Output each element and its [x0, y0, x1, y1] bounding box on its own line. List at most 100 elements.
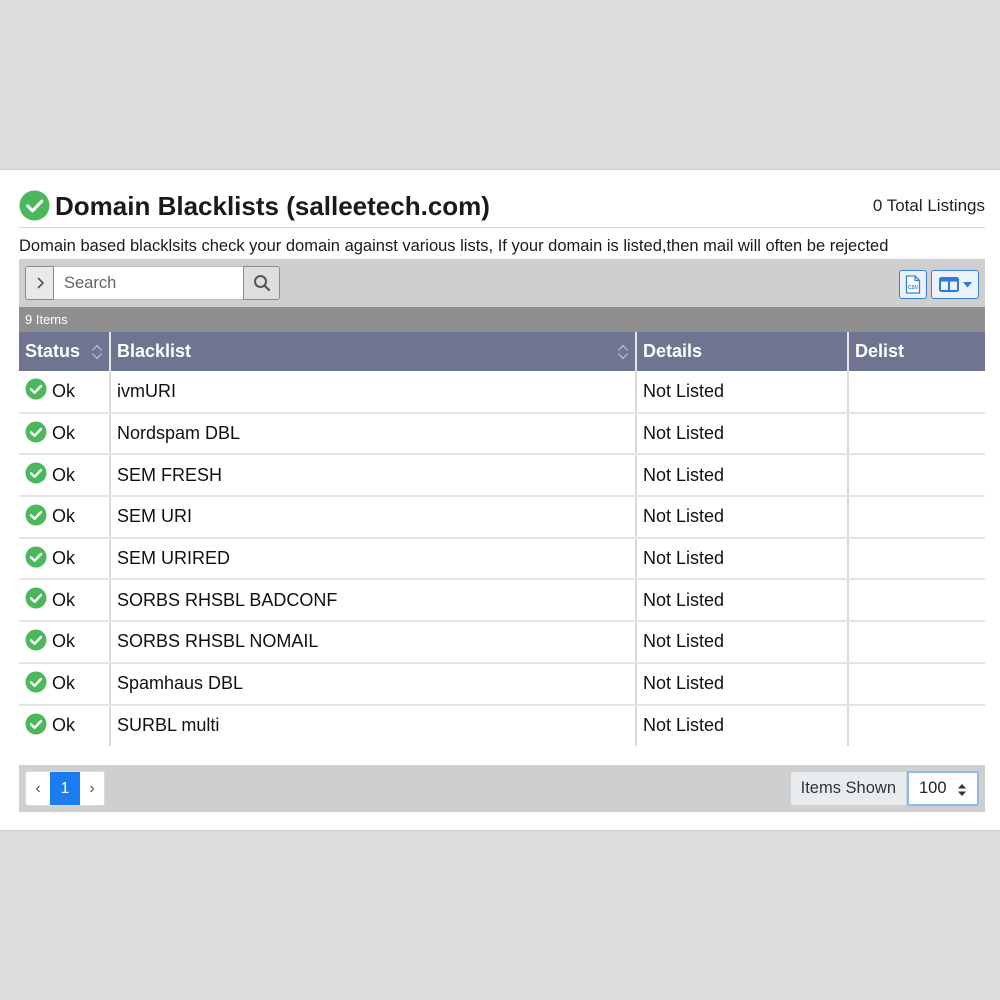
- check-circle-icon: [25, 378, 47, 400]
- search-button[interactable]: [243, 266, 280, 300]
- pagination: ‹ 1 ›: [25, 771, 105, 806]
- status-cell: Ok: [19, 412, 111, 456]
- column-header-status[interactable]: Status: [19, 332, 111, 371]
- details-cell: Not Listed: [636, 579, 849, 623]
- status-cell: Ok: [19, 621, 111, 664]
- caret-down-icon: [962, 281, 972, 287]
- status-text: Ok: [52, 589, 76, 610]
- sort-icon[interactable]: [91, 343, 103, 361]
- page-button-current[interactable]: 1: [50, 772, 80, 805]
- check-circle-icon: [25, 504, 47, 526]
- delist-cell: [848, 537, 985, 581]
- table-row: Ok SORBS RHSBL BADCONF Not Listed: [19, 579, 985, 623]
- search-input[interactable]: [54, 266, 244, 300]
- table-row: Ok Nordspam DBL Not Listed: [19, 412, 985, 456]
- prev-page-button[interactable]: ‹: [26, 772, 50, 805]
- delist-cell: [848, 621, 985, 664]
- details-cell: Not Listed: [636, 704, 849, 747]
- delist-cell: [848, 579, 985, 623]
- svg-text:CSV: CSV: [908, 285, 919, 291]
- column-header-details: Details: [636, 332, 849, 371]
- status-cell: Ok: [19, 704, 111, 747]
- details-cell: Not Listed: [636, 454, 849, 498]
- status-cell: Ok: [19, 579, 111, 623]
- select-caret-icon: [958, 784, 966, 796]
- panel-header: Domain Blacklists (salleetech.com) 0 Tot…: [19, 188, 985, 228]
- table-toolbar: CSV: [19, 259, 985, 307]
- details-cell: Not Listed: [636, 412, 849, 456]
- delist-cell: [848, 662, 985, 706]
- table-row: Ok SEM FRESH Not Listed: [19, 454, 985, 498]
- status-text: Ok: [52, 464, 76, 485]
- delist-cell: [848, 705, 985, 747]
- check-circle-icon: [25, 421, 47, 443]
- table-row: Ok SEM URIRED Not Listed: [19, 537, 985, 581]
- status-text: Ok: [52, 548, 76, 569]
- details-cell: Not Listed: [636, 537, 849, 581]
- blacklist-cell: SEM URI: [110, 496, 637, 539]
- blacklist-table: Status Blacklist Details Delist Ok ivmUR…: [19, 332, 985, 747]
- details-cell: Not Listed: [636, 496, 849, 539]
- details-cell: Not Listed: [636, 662, 849, 706]
- status-text: Ok: [52, 423, 76, 444]
- header-divider: [19, 227, 985, 228]
- next-page-button[interactable]: ›: [80, 772, 104, 805]
- status-text: Ok: [52, 631, 76, 652]
- blacklist-cell: ivmURI: [110, 371, 637, 414]
- delist-cell: [848, 496, 985, 539]
- table-row: Ok ivmURI Not Listed: [19, 371, 985, 414]
- items-shown-select[interactable]: 100: [907, 771, 979, 806]
- check-circle-icon: [19, 190, 50, 221]
- sort-icon[interactable]: [617, 343, 629, 361]
- check-circle-icon: [25, 671, 47, 693]
- status-text: Ok: [52, 715, 76, 736]
- items-shown-value: 100: [919, 779, 947, 797]
- column-label: Blacklist: [117, 341, 192, 361]
- blacklist-cell: SORBS RHSBL BADCONF: [110, 579, 637, 623]
- table-row: Ok SORBS RHSBL NOMAIL Not Listed: [19, 621, 985, 664]
- blacklist-cell: Nordspam DBL: [110, 412, 637, 456]
- status-cell: Ok: [19, 662, 111, 706]
- details-cell: Not Listed: [636, 621, 849, 664]
- check-circle-icon: [25, 587, 47, 609]
- status-cell: Ok: [19, 454, 111, 498]
- description: Domain based blacklsits check your domai…: [19, 237, 889, 255]
- blacklist-cell: SEM FRESH: [110, 454, 637, 498]
- item-count: 9 Items: [19, 307, 985, 332]
- search-icon: [253, 275, 270, 292]
- expand-button[interactable]: [25, 266, 54, 300]
- blacklist-cell: SORBS RHSBL NOMAIL: [110, 621, 637, 664]
- status-text: Ok: [52, 380, 76, 401]
- status-cell: Ok: [19, 496, 111, 539]
- column-header-delist: Delist: [848, 332, 985, 371]
- csv-file-icon: CSV: [905, 275, 921, 294]
- page-title: Domain Blacklists (salleetech.com): [55, 191, 490, 221]
- table-row: Ok Spamhaus DBL Not Listed: [19, 662, 985, 706]
- details-cell: Not Listed: [636, 371, 849, 414]
- table-header-row: Status Blacklist Details Delist: [19, 332, 985, 371]
- status-cell: Ok: [19, 371, 111, 414]
- column-label: Status: [25, 341, 81, 361]
- table-row: Ok SEM URI Not Listed: [19, 496, 985, 539]
- column-label: Details: [643, 341, 703, 361]
- status-cell: Ok: [19, 537, 111, 581]
- table-body: Ok ivmURI Not Listed Ok Nordspam DBL Not List…: [19, 371, 985, 747]
- csv-export-button[interactable]: CSV: [899, 270, 927, 299]
- check-circle-icon: [25, 546, 47, 568]
- column-header-blacklist[interactable]: Blacklist: [110, 332, 637, 371]
- delist-cell: [848, 371, 985, 414]
- columns-toggle-button[interactable]: [931, 270, 979, 299]
- column-label: Delist: [855, 341, 905, 361]
- table-footer: ‹ 1 › Items Shown 100: [19, 765, 985, 812]
- status-text: Ok: [52, 506, 76, 527]
- items-shown-label: Items Shown: [789, 771, 907, 806]
- chevron-right-icon: [36, 277, 44, 289]
- delist-cell: [848, 454, 985, 498]
- check-circle-icon: [25, 462, 47, 484]
- blacklist-panel: Domain Blacklists (salleetech.com) 0 Tot…: [0, 169, 1000, 831]
- delist-cell: [848, 412, 985, 456]
- blacklist-cell: SEM URIRED: [110, 537, 637, 581]
- total-listings: 0 Total Listings: [872, 196, 985, 215]
- check-circle-icon: [25, 629, 47, 651]
- check-circle-icon: [25, 713, 47, 735]
